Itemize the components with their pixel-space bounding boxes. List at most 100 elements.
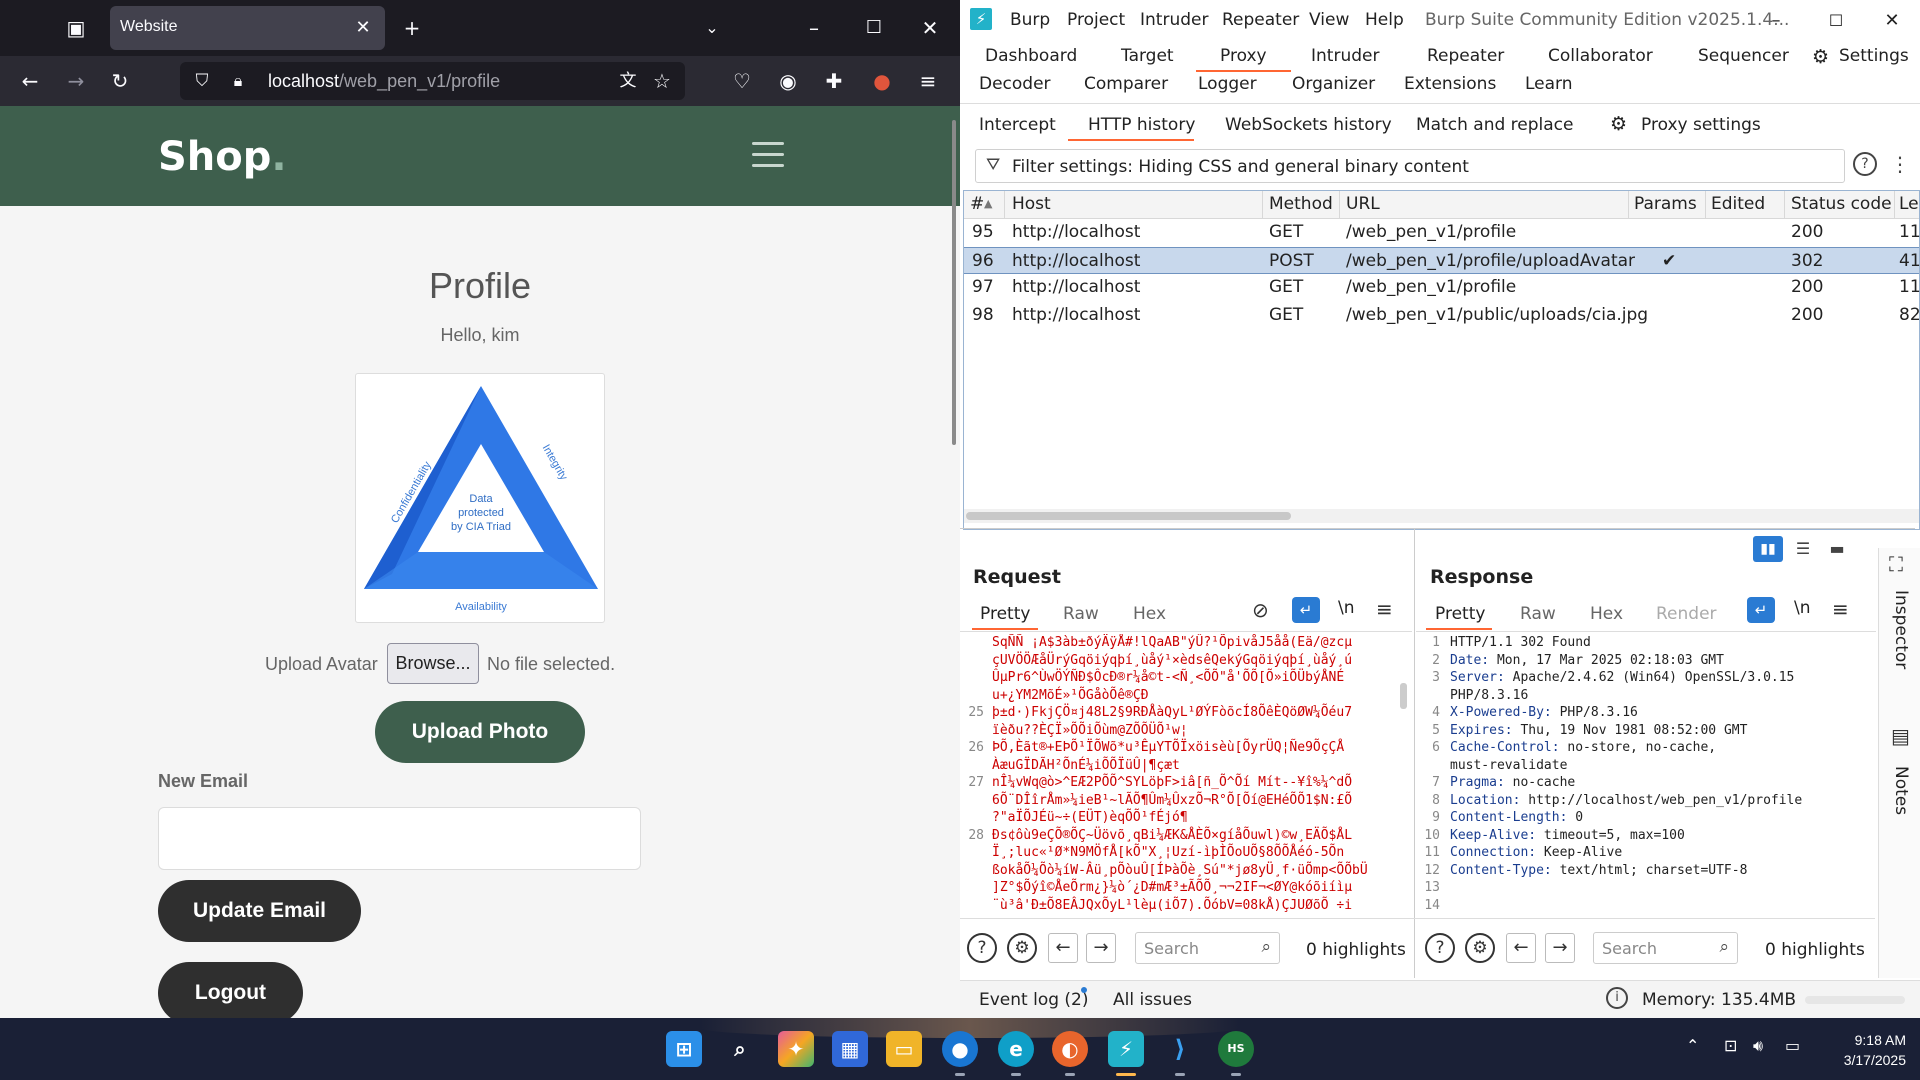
- next-icon[interactable]: →: [1086, 933, 1116, 963]
- tab-comparer[interactable]: Comparer: [1084, 74, 1168, 94]
- menu-icon[interactable]: ≡: [1376, 597, 1393, 621]
- request-tab-pretty[interactable]: Pretty: [980, 604, 1030, 624]
- volume-icon[interactable]: 🔊︎: [1753, 1036, 1763, 1056]
- menu-help[interactable]: Help: [1365, 10, 1404, 30]
- response-tab-render[interactable]: Render: [1656, 604, 1717, 624]
- previous-icon[interactable]: ←: [1506, 933, 1536, 963]
- event-log-link[interactable]: Event log (2): [979, 990, 1089, 1010]
- chevron-up-icon[interactable]: ⌃: [1686, 1036, 1699, 1055]
- word-wrap-icon[interactable]: ↵: [1292, 597, 1320, 623]
- word-wrap-icon[interactable]: ↵: [1747, 597, 1775, 623]
- battery-icon[interactable]: ▭: [1785, 1036, 1800, 1055]
- site-info-icon[interactable]: 🔒︎: [222, 65, 254, 97]
- tab-target[interactable]: Target: [1121, 46, 1174, 66]
- copilot-icon[interactable]: ✦: [778, 1031, 814, 1067]
- subtab-match-replace[interactable]: Match and replace: [1416, 115, 1573, 135]
- newline-toggle-icon[interactable]: \n: [1338, 598, 1355, 618]
- subtab-http-history[interactable]: HTTP history: [1088, 115, 1195, 135]
- logout-button[interactable]: Logout: [158, 962, 303, 1018]
- file-explorer-icon[interactable]: ▭: [886, 1031, 922, 1067]
- tab-extensions[interactable]: Extensions: [1404, 74, 1496, 94]
- tab-learn[interactable]: Learn: [1525, 74, 1573, 94]
- response-body[interactable]: HTTP/1.1 302 Found Date: Mon, 17 Mar 202…: [1450, 634, 1870, 916]
- menu-repeater[interactable]: Repeater: [1222, 10, 1299, 30]
- menu-project[interactable]: Project: [1067, 10, 1125, 30]
- start-menu-icon[interactable]: ⊞: [666, 1031, 702, 1067]
- subtab-intercept[interactable]: Intercept: [979, 115, 1056, 135]
- col-host[interactable]: Host: [1012, 194, 1051, 214]
- split-horizontal-icon[interactable]: ▮▮: [1753, 536, 1783, 562]
- response-search-input[interactable]: Search ⌕: [1593, 932, 1738, 964]
- col-method[interactable]: Method: [1269, 194, 1333, 214]
- notes-tab[interactable]: Notes: [1891, 766, 1911, 815]
- table-row[interactable]: 95 http://localhost GET/web_pen_v1/profile…: [964, 219, 1920, 246]
- table-row[interactable]: 97 http://localhost GET/web_pen_v1/profile…: [964, 274, 1920, 301]
- more-options-icon[interactable]: ⋮: [1890, 152, 1910, 176]
- extensions-icon[interactable]: ✚: [818, 65, 850, 97]
- maximize-icon[interactable]: ☐: [1814, 6, 1858, 36]
- close-tab-icon[interactable]: ✕: [349, 12, 377, 44]
- app-icon[interactable]: ●: [942, 1031, 978, 1067]
- gear-icon[interactable]: ⚙: [1007, 933, 1037, 963]
- request-body[interactable]: SqÑÑ ¡A$3àb±ðýÄÿÅ#!lQaAB"ýÛ?¹ÕpivåJ5åå(E…: [992, 634, 1367, 916]
- tab-intruder[interactable]: Intruder: [1311, 46, 1379, 66]
- help-icon[interactable]: ?: [1853, 152, 1877, 176]
- menu-icon[interactable]: ≡: [1832, 597, 1849, 621]
- minimize-icon[interactable]: –: [798, 12, 830, 44]
- request-scrollbar[interactable]: [1400, 683, 1407, 709]
- col-edited[interactable]: Edited: [1711, 194, 1765, 214]
- table-row[interactable]: 98 http://localhost GET/web_pen_v1/public/…: [964, 302, 1920, 329]
- gear-icon[interactable]: ⚙: [1610, 113, 1627, 135]
- update-email-button[interactable]: Update Email: [158, 880, 361, 942]
- notes-icon[interactable]: ▤: [1891, 724, 1910, 748]
- minimize-icon[interactable]: –: [1754, 6, 1798, 36]
- forward-icon[interactable]: →: [60, 65, 92, 97]
- subtab-websockets-history[interactable]: WebSockets history: [1225, 115, 1392, 135]
- account-icon[interactable]: ◉: [772, 65, 804, 97]
- col-number[interactable]: #: [970, 194, 984, 214]
- burp-suite-icon[interactable]: ⚡: [1108, 1031, 1144, 1067]
- tab-collaborator[interactable]: Collaborator: [1548, 46, 1653, 66]
- tab-organizer[interactable]: Organizer: [1292, 74, 1375, 94]
- previous-icon[interactable]: ←: [1048, 933, 1078, 963]
- close-window-icon[interactable]: ✕: [1870, 6, 1914, 36]
- tracking-protection-icon[interactable]: ⛉: [186, 65, 218, 97]
- response-tab-raw[interactable]: Raw: [1520, 604, 1556, 624]
- network-icon[interactable]: ⊡: [1724, 1036, 1737, 1055]
- inspector-tab[interactable]: Inspector: [1891, 590, 1911, 669]
- response-tab-hex[interactable]: Hex: [1590, 604, 1623, 624]
- tab-repeater[interactable]: Repeater: [1427, 46, 1504, 66]
- translate-icon[interactable]: 文: [612, 65, 644, 97]
- request-tab-hex[interactable]: Hex: [1133, 604, 1166, 624]
- col-length[interactable]: Ler: [1899, 194, 1920, 214]
- back-icon[interactable]: ←: [14, 65, 46, 97]
- tab-dashboard[interactable]: Dashboard: [985, 46, 1077, 66]
- hide-icon[interactable]: ⊘: [1252, 598, 1269, 622]
- tabs-layout-icon[interactable]: ▬: [1822, 536, 1852, 562]
- firefox-icon[interactable]: ◐: [1052, 1031, 1088, 1067]
- new-email-field[interactable]: [158, 807, 641, 870]
- reload-icon[interactable]: ↻: [104, 65, 136, 97]
- close-window-icon[interactable]: ✕: [914, 12, 946, 44]
- url-bar[interactable]: ⛉ 🔒︎ localhost/web_pen_v1/profile 文 ☆: [180, 62, 685, 100]
- menu-intruder[interactable]: Intruder: [1140, 10, 1208, 30]
- next-icon[interactable]: →: [1545, 933, 1575, 963]
- extension-badge-icon[interactable]: ●: [866, 65, 898, 97]
- request-search-input[interactable]: Search ⌕: [1135, 932, 1280, 964]
- col-url[interactable]: URL: [1346, 194, 1380, 214]
- maximize-icon[interactable]: ☐: [858, 12, 890, 44]
- new-tab-icon[interactable]: +: [396, 12, 428, 44]
- tab-decoder[interactable]: Decoder: [979, 74, 1051, 94]
- browser-tab[interactable]: Website ✕: [110, 6, 385, 50]
- site-logo[interactable]: Shop.: [158, 134, 287, 180]
- all-issues-link[interactable]: All issues: [1113, 990, 1192, 1010]
- store-icon[interactable]: ▦: [832, 1031, 868, 1067]
- hamburger-menu-icon[interactable]: ≡: [912, 65, 944, 97]
- col-params[interactable]: Params: [1634, 194, 1697, 214]
- nav-toggle-icon[interactable]: [752, 142, 784, 168]
- col-status-code[interactable]: Status code: [1791, 194, 1892, 214]
- tab-settings[interactable]: Settings: [1839, 46, 1909, 66]
- response-tab-pretty[interactable]: Pretty: [1435, 604, 1485, 624]
- system-clock[interactable]: 9:18 AM 3/17/2025: [1826, 1030, 1906, 1070]
- tab-logger[interactable]: Logger: [1198, 74, 1257, 94]
